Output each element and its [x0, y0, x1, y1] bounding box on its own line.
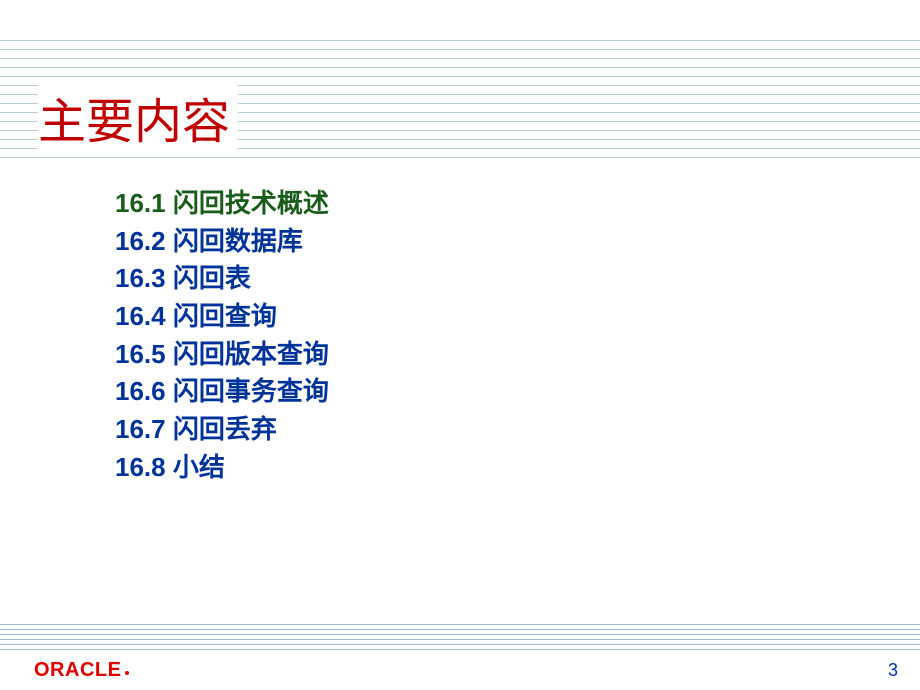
- toc-item-text: 闪回事务查询: [166, 376, 329, 406]
- page-number: 3: [888, 660, 898, 681]
- toc-item: 16.6 闪回事务查询: [115, 373, 329, 411]
- toc-item-text: 小结: [166, 452, 225, 482]
- toc-item-num: 16.3: [115, 263, 166, 293]
- toc-item-text: 闪回丢弃: [166, 414, 277, 444]
- toc-item: 16.8 小结: [115, 449, 329, 487]
- toc-item-num: 16.1: [115, 188, 166, 218]
- toc-item-text: 闪回表: [166, 263, 251, 293]
- toc-item: 16.1 闪回技术概述: [115, 185, 329, 223]
- toc-item: 16.7 闪回丢弃: [115, 411, 329, 449]
- logo-dot-icon: [125, 671, 129, 675]
- toc-item-num: 16.2: [115, 226, 166, 256]
- title-container: 主要内容: [38, 82, 238, 156]
- toc-item-num: 16.6: [115, 376, 166, 406]
- footer: ORACLE 3: [0, 652, 920, 690]
- toc-item: 16.2 闪回数据库: [115, 223, 329, 261]
- toc-list: 16.1 闪回技术概述16.2 闪回数据库16.3 闪回表16.4 闪回查询16…: [115, 185, 329, 487]
- toc-item-text: 闪回数据库: [166, 226, 303, 256]
- page-title: 主要内容: [38, 82, 230, 152]
- oracle-logo: ORACLE: [34, 659, 129, 682]
- toc-item-num: 16.4: [115, 301, 166, 331]
- toc-item: 16.5 闪回版本查询: [115, 336, 329, 374]
- toc-item-text: 闪回技术概述: [166, 188, 329, 218]
- toc-item: 16.4 闪回查询: [115, 298, 329, 336]
- toc-item-num: 16.7: [115, 414, 166, 444]
- toc-item: 16.3 闪回表: [115, 260, 329, 298]
- toc-item-num: 16.5: [115, 339, 166, 369]
- toc-item-text: 闪回版本查询: [166, 339, 329, 369]
- toc-item-text: 闪回查询: [166, 301, 277, 331]
- logo-text: ORACLE: [34, 659, 121, 682]
- toc-item-num: 16.8: [115, 452, 166, 482]
